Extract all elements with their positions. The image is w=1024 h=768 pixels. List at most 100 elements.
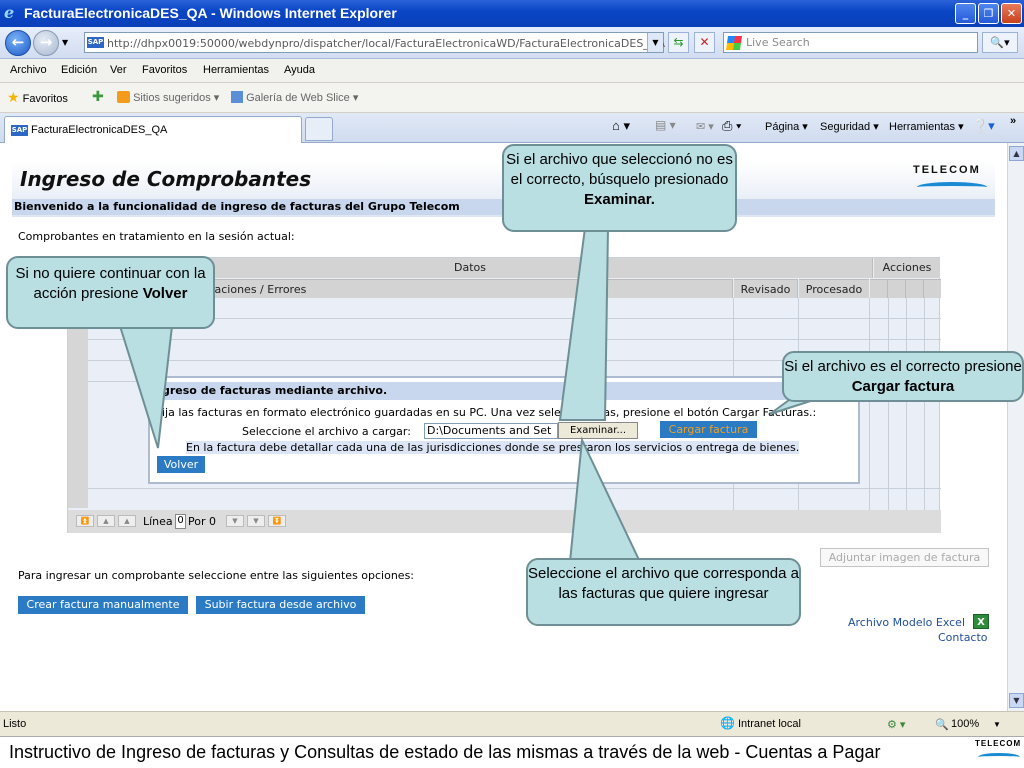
forward-button[interactable]: → — [33, 30, 59, 56]
file-select-label: Seleccione el archivo a cargar: — [242, 425, 411, 438]
zoom-dropdown-icon[interactable]: ▼ — [993, 720, 1001, 729]
feeds-icon[interactable]: ▤ ▾ — [655, 118, 676, 132]
page-menu[interactable]: Página ▾ — [765, 120, 808, 133]
last-page-icon[interactable]: ⏬ — [268, 515, 286, 527]
callout-cargar: Si el archivo es el correcto presione Ca… — [782, 351, 1024, 402]
address-bar: ← → ▼ SAP http://dhpx0019:50000/webdynpr… — [0, 27, 1024, 59]
upload-dialog: greso de facturas mediante archivo. ija … — [148, 376, 860, 484]
protected-mode-icon[interactable]: ⚙ ▾ — [887, 718, 905, 731]
print-icon[interactable]: ⎙ ▾ — [722, 118, 741, 134]
table-pager: ⏫ ▲ ▲ Línea 0 Por 0 ▼ ▼ ⏬ — [68, 510, 941, 533]
scroll-up-icon[interactable]: ▲ — [1009, 146, 1024, 161]
callout-examinar-text: Si el archivo que seleccionó no es el co… — [506, 151, 733, 188]
prev-page-fast-icon[interactable]: ▲ — [97, 515, 115, 527]
more-chevron-icon[interactable]: » — [1010, 115, 1016, 127]
search-button[interactable]: 🔍▾ — [982, 32, 1018, 53]
refresh-icon[interactable]: ⇆ — [668, 32, 689, 53]
vertical-scrollbar[interactable]: ▲ ▼ — [1007, 143, 1024, 711]
dialog-instruction: ija las facturas en formato electrónico … — [162, 406, 817, 419]
mail-icon[interactable]: ✉ ▾ — [696, 120, 714, 133]
next-page-icon[interactable]: ▼ — [226, 515, 244, 527]
header-acciones: Acciones — [874, 258, 940, 278]
volver-button[interactable]: Volver — [157, 456, 205, 473]
footer-text: Instructivo de Ingreso de facturas y Con… — [9, 742, 881, 762]
callout-cargar-bold: Cargar factura — [851, 378, 955, 395]
menu-favoritos[interactable]: Favoritos — [142, 64, 187, 76]
session-label: Comprobantes en tratamiento en la sesión… — [18, 230, 295, 243]
security-menu[interactable]: Seguridad ▾ — [820, 120, 879, 133]
footer-logo-text: TELECOM — [975, 739, 1022, 748]
crear-factura-button[interactable]: Crear factura manualmente — [18, 596, 188, 614]
first-page-icon[interactable]: ⏫ — [76, 515, 94, 527]
tab-row: SAP FacturaElectronicaDES_QA ⌂ ▾ ▤ ▾ ✉ ▾… — [0, 113, 1024, 143]
maximize-button[interactable]: ❐ — [978, 3, 999, 24]
web-slice-gallery-button[interactable]: Galería de Web Slice ▾ — [231, 91, 358, 104]
new-tab-button[interactable] — [305, 117, 333, 141]
intranet-globe-icon: 🌐 — [720, 716, 735, 730]
close-button[interactable]: ✕ — [1001, 3, 1022, 24]
pager-linea-label: Línea — [143, 515, 173, 528]
file-path-input[interactable]: D:\Documents and Set — [424, 423, 558, 439]
callout-examinar-bold: Examinar. — [584, 191, 655, 208]
live-search-icon — [726, 36, 742, 50]
tools-menu[interactable]: Herramientas ▾ — [889, 120, 964, 133]
zoom-icon[interactable]: 🔍 — [935, 718, 949, 731]
callout-volver-bold: Volver — [142, 285, 188, 302]
url-input[interactable]: SAP http://dhpx0019:50000/webdynpro/disp… — [84, 32, 665, 53]
menu-archivo[interactable]: Archivo — [10, 64, 47, 76]
history-dropdown-icon[interactable]: ▼ — [62, 38, 68, 47]
callout-seleccione: Seleccione el archivo que corresponda a … — [526, 558, 801, 626]
callout-cargar-text: Si el archivo es el correcto presione — [784, 358, 1022, 375]
url-dropdown-icon[interactable]: ▼ — [647, 33, 663, 52]
excel-icon[interactable]: X — [973, 614, 989, 629]
menu-edicion[interactable]: Edición — [61, 64, 97, 76]
contacto-link[interactable]: Contacto — [938, 631, 988, 644]
ie-logo-icon: e — [4, 3, 15, 22]
search-input[interactable]: Live Search — [723, 32, 978, 53]
tab-label: FacturaElectronicaDES_QA — [31, 124, 168, 136]
options-label: Para ingresar un comprobante seleccione … — [18, 569, 415, 582]
pager-por-label: Por 0 — [188, 515, 216, 528]
search-placeholder: Live Search — [746, 36, 810, 49]
url-text: http://dhpx0019:50000/webdynpro/dispatch… — [107, 37, 665, 50]
zone-label: Intranet local — [738, 718, 801, 730]
favorites-bar: ★ Favoritos ✚ Sitios sugeridos ▾ Galería… — [0, 83, 1024, 113]
sap-favicon-icon: SAP — [87, 37, 104, 48]
menu-bar: Archivo Edición Ver Favoritos Herramient… — [0, 59, 1024, 83]
row-selector-column — [68, 298, 88, 508]
col-divider — [888, 298, 889, 510]
favorites-button[interactable]: ★ Favoritos — [7, 89, 68, 106]
cargar-factura-button[interactable]: Cargar factura — [660, 421, 757, 438]
row-divider — [88, 318, 941, 319]
telecom-logo: TELECOM — [905, 162, 995, 198]
next-page-fast-icon[interactable]: ▼ — [247, 515, 265, 527]
minimize-button[interactable]: _ — [955, 3, 976, 24]
home-icon[interactable]: ⌂ ▾ — [612, 118, 630, 134]
window-title: FacturaElectronicaDES_QA - Windows Inter… — [24, 5, 397, 21]
add-favorite-icon[interactable]: ✚ — [92, 88, 104, 105]
web-slice-icon — [231, 91, 243, 103]
tab-facturaelectronica[interactable]: SAP FacturaElectronicaDES_QA — [4, 116, 302, 143]
stop-icon[interactable]: ✕ — [694, 32, 715, 53]
status-bar: Listo 🌐 Intranet local ⚙ ▾ 🔍 100% ▼ — [0, 711, 1024, 736]
callout-volver: Si no quiere continuar con la acción pre… — [6, 256, 215, 329]
menu-ver[interactable]: Ver — [110, 64, 127, 76]
adjuntar-imagen-button[interactable]: Adjuntar imagen de factura — [820, 548, 989, 567]
callout-seleccione-text: Seleccione el archivo que corresponda a … — [528, 565, 800, 602]
help-icon[interactable]: ❔▾ — [972, 118, 995, 134]
suggested-sites-button[interactable]: Sitios sugeridos ▾ — [117, 91, 219, 104]
zoom-level[interactable]: 100% — [951, 718, 979, 730]
menu-ayuda[interactable]: Ayuda — [284, 64, 315, 76]
suggested-sites-icon — [117, 91, 130, 103]
archivo-modelo-link[interactable]: Archivo Modelo Excel — [848, 616, 965, 629]
menu-herramientas[interactable]: Herramientas — [203, 64, 269, 76]
window-title-bar: e FacturaElectronicaDES_QA - Windows Int… — [0, 0, 1024, 27]
back-button[interactable]: ← — [5, 30, 31, 56]
subir-factura-button[interactable]: Subir factura desde archivo — [196, 596, 365, 614]
col-procesado: Procesado — [799, 279, 869, 298]
examinar-button[interactable]: Examinar... — [558, 422, 638, 439]
scroll-down-icon[interactable]: ▼ — [1009, 693, 1024, 708]
pager-line-input[interactable]: 0 — [175, 514, 186, 529]
star-icon: ★ — [7, 89, 20, 105]
prev-page-icon[interactable]: ▲ — [118, 515, 136, 527]
